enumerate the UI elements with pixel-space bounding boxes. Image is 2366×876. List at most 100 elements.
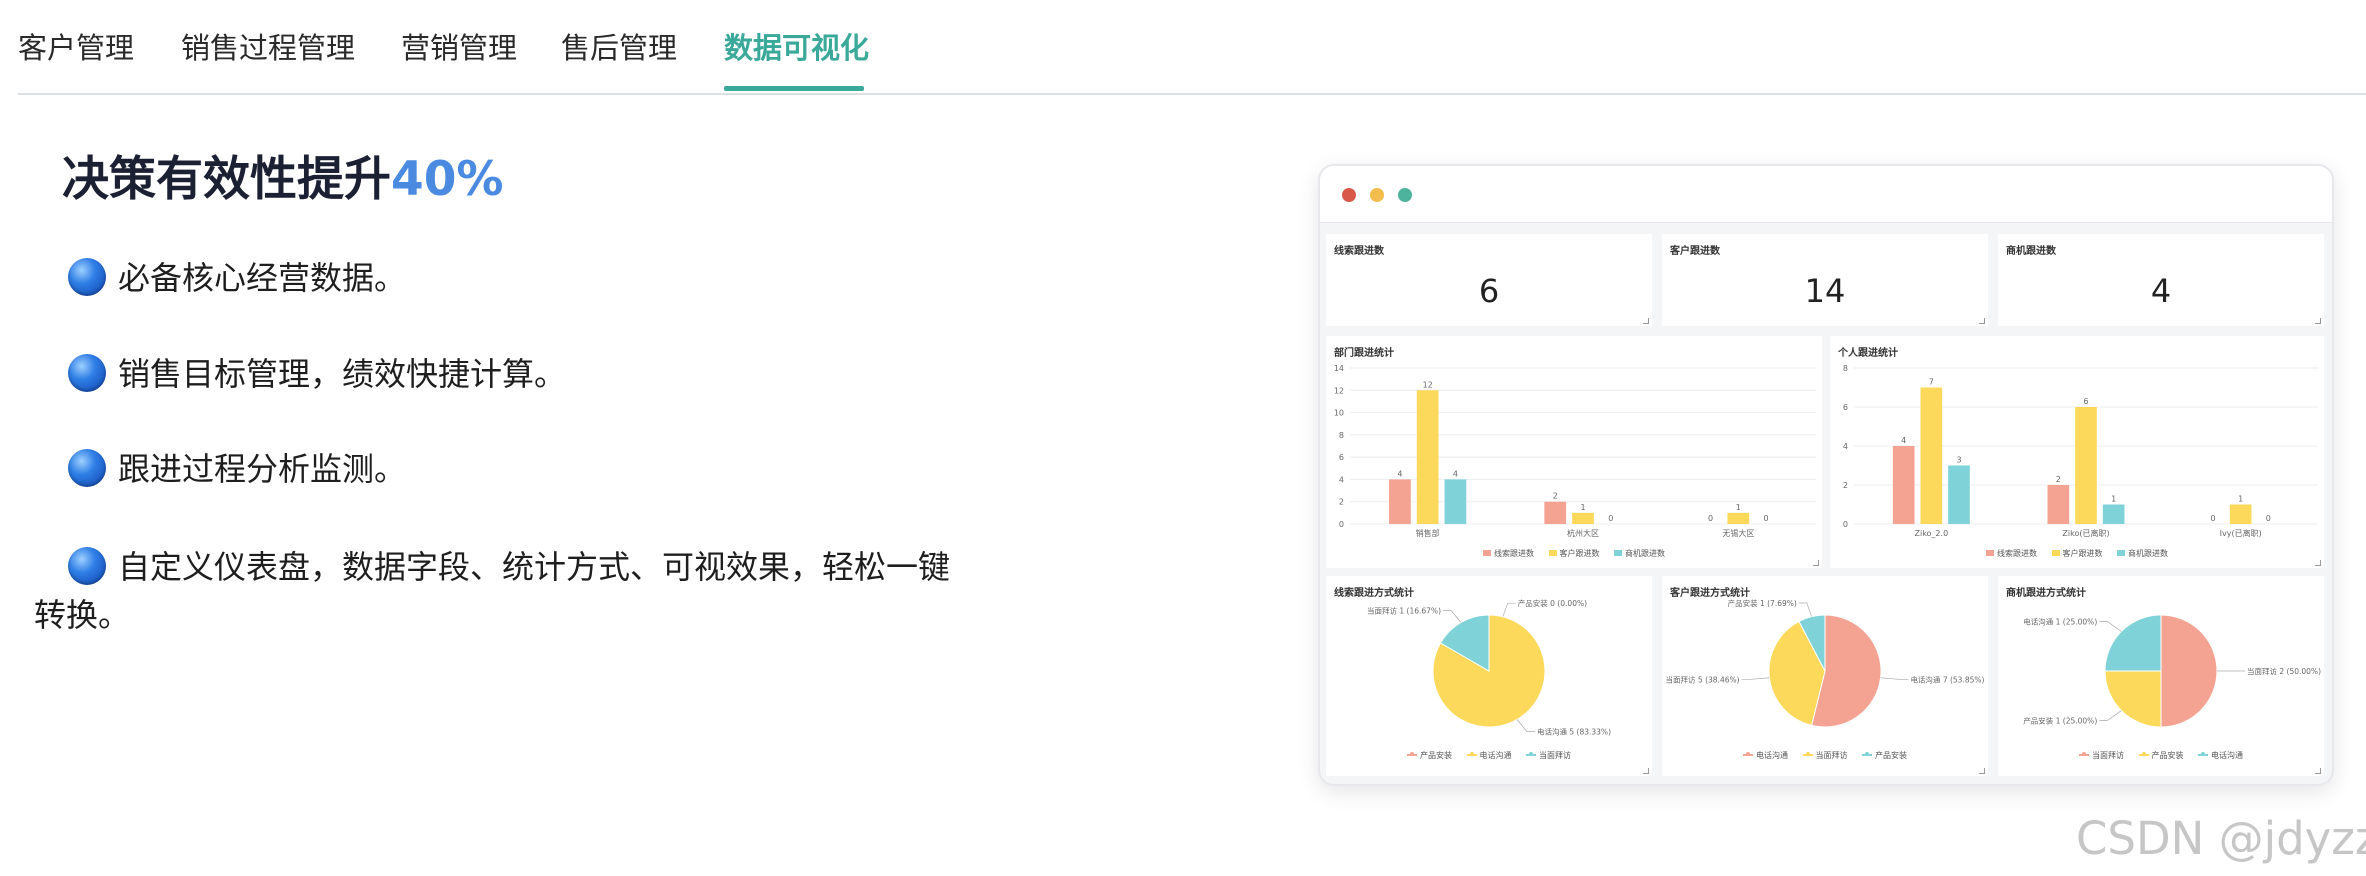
data-label: 3 (1956, 456, 1961, 465)
y-tick-label: 8 (1339, 431, 1344, 440)
data-label: 7 (1929, 378, 1934, 387)
feature-text: 自定义仪表盘，数据字段、统计方式、可视效果，轻松一键 (118, 548, 951, 586)
bar (1389, 479, 1411, 524)
data-label: 0 (1764, 514, 1769, 523)
headline-text: 决策有效性提升 (62, 152, 391, 207)
bar (1544, 501, 1567, 524)
kpi-title: 客户跟进数 (1670, 246, 1720, 257)
legend-item[interactable]: 客户跟进数 (1548, 548, 1600, 559)
feature-item: 销售目标管理，绩效快捷计算。 (34, 350, 994, 398)
chart-legend: 电话沟通 当面拜访 产品安装 (1662, 750, 1988, 761)
data-label: 1 (1580, 503, 1585, 512)
slice-label: 电话沟通 1 (25.00%) (2023, 617, 2097, 627)
kpi-title: 线索跟进数 (1334, 246, 1384, 257)
minimize-dot-icon (1370, 188, 1384, 202)
data-label: 12 (1423, 380, 1433, 389)
pie-chart-customers: 电话沟通 7 (53.85%) 当面拜访 5 (38.46%) 产品安装 1 (7.… (1666, 598, 1985, 728)
slice-label: 产品安装 0 (0.00%) (1518, 598, 1587, 608)
tab-marketing[interactable]: 营销管理 (401, 25, 517, 67)
label-leader-line (1798, 602, 1812, 617)
data-label: 4 (1453, 469, 1458, 478)
resize-handle[interactable] (2315, 318, 2321, 324)
tab-customer-management[interactable]: 客户管理 (18, 25, 134, 67)
legend-item[interactable]: 线索跟进数 (1985, 548, 2037, 559)
legend-item[interactable]: 产品安装 (1862, 750, 1907, 761)
pie-chart-opportunities: 当面拜访 2 (50.00%) 产品安装 1 (25.00%) 电话沟通 1 (25… (2023, 614, 2321, 728)
slice-label: 当面拜访 5 (38.46%) (1666, 674, 1740, 684)
legend-item[interactable]: 当面拜访 (1526, 750, 1571, 761)
bar (1920, 387, 1943, 524)
kpi-value: 4 (2150, 272, 2172, 310)
label-leader-line (2099, 710, 2122, 721)
label-leader-line (1741, 677, 1770, 680)
lead-method-pie-panel: 线索跟进方式统计 产品安装 0 (0.00%) 电话沟通 5 (83.33%) 当面… (1326, 576, 1652, 776)
x-tick-label: Ziko(已离职) (2062, 528, 2109, 538)
label-leader-line (1443, 610, 1462, 623)
tab-sales-process[interactable]: 销售过程管理 (181, 25, 355, 67)
resize-handle[interactable] (1979, 768, 1985, 774)
legend-item[interactable]: 当面拜访 (2078, 750, 2124, 761)
bar (2075, 407, 2097, 524)
slice-label: 产品安装 1 (7.69%) (1728, 598, 1797, 608)
legend-item[interactable]: 商机跟进数 (1614, 548, 1665, 559)
bar (2047, 485, 2070, 524)
label-leader-line (2099, 621, 2122, 632)
x-tick-label: 杭州大区 (1567, 528, 1599, 538)
bar (1416, 390, 1439, 524)
tab-data-visualization[interactable]: 数据可视化 (724, 25, 869, 67)
feature-text: 必备核心经营数据。 (118, 259, 407, 297)
y-tick-label: 6 (1843, 403, 1848, 412)
chart-legend: 产品安装 电话沟通 当面拜访 (1326, 750, 1652, 761)
bar (1892, 446, 1915, 524)
data-label: 0 (2266, 514, 2271, 523)
pie-slice (2104, 670, 2162, 728)
legend-item[interactable]: 产品安装 (1406, 750, 1452, 761)
window-titlebar (1320, 166, 2332, 223)
feature-text: 销售目标管理，绩效快捷计算。 (118, 355, 567, 393)
resize-handle[interactable] (2315, 768, 2321, 774)
resize-handle[interactable] (1979, 318, 1985, 324)
y-tick-label: 2 (1339, 498, 1344, 507)
x-tick-label: Ziko_2.0 (1914, 529, 1948, 538)
legend-item[interactable]: 当面拜访 (1802, 750, 1848, 761)
legend-item[interactable]: 电话沟通 (1742, 750, 1788, 761)
feature-text-continued: 转换。 (34, 596, 131, 634)
blue-circle-icon (68, 258, 106, 296)
legend-item[interactable]: 客户跟进数 (2051, 548, 2103, 559)
data-label: 1 (2111, 495, 2116, 504)
customer-method-pie-panel: 客户跟进方式统计 电话沟通 7 (53.85%) 当面拜访 5 (38.46%) 产… (1662, 576, 1988, 776)
y-tick-label: 4 (1843, 442, 1848, 451)
legend-item[interactable]: 商机跟进数 (2117, 548, 2168, 559)
resize-handle[interactable] (1643, 318, 1649, 324)
slice-label: 当面拜访 1 (16.67%) (1367, 605, 1441, 615)
x-tick-label: Ivy(已离职) (2220, 528, 2262, 538)
pie-slice (2104, 614, 2162, 672)
data-label: 4 (1397, 469, 1402, 478)
legend-item[interactable]: 线索跟进数 (1482, 548, 1534, 559)
legend-item[interactable]: 产品安装 (2138, 750, 2184, 761)
maximize-dot-icon (1398, 188, 1412, 202)
bar (2102, 504, 2125, 524)
label-leader-line (1502, 602, 1516, 617)
legend-item[interactable]: 电话沟通 (2198, 750, 2243, 761)
y-tick-label: 12 (1334, 386, 1344, 395)
data-label: 4 (1901, 436, 1906, 445)
tab-after-sales[interactable]: 售后管理 (561, 25, 677, 67)
feature-text: 跟进过程分析监测。 (118, 450, 407, 488)
resize-handle[interactable] (1643, 768, 1649, 774)
headline-accent: 40% (391, 152, 504, 207)
legend-item[interactable]: 电话沟通 (1466, 750, 1512, 761)
kpi-value: 14 (1804, 272, 1846, 310)
page-title: 决策有效性提升40% (62, 140, 504, 209)
resize-handle[interactable] (1813, 560, 1819, 566)
label-leader-line (1516, 719, 1535, 732)
dept-follow-up-chart: 部门跟进统计 0 2 4 6 8 10 12 14 4 12 4 销售部 2 1 0 杭州大区 0 1 0 无锡大区 … (1326, 336, 1822, 568)
chart-legend: 线索跟进数 客户跟进数 商机跟进数 (1326, 548, 1822, 559)
resize-handle[interactable] (2315, 560, 2321, 566)
active-tab-indicator (724, 86, 864, 91)
data-label: 2 (1553, 492, 1558, 501)
nav-tabs: 客户管理 销售过程管理 营销管理 售后管理 数据可视化 (18, 0, 2366, 95)
data-label: 0 (2210, 514, 2215, 523)
data-label: 6 (2083, 397, 2088, 406)
feature-item: 必备核心经营数据。 (34, 254, 994, 302)
